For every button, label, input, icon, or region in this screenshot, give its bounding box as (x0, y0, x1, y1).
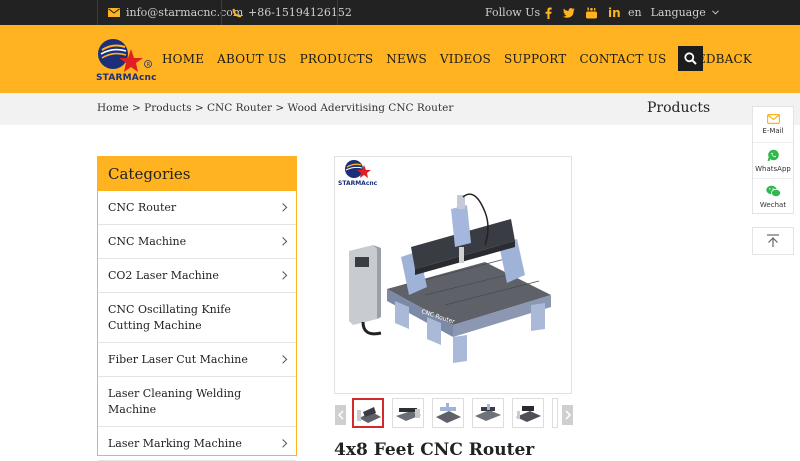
back-to-top-button[interactable] (752, 227, 794, 255)
breadcrumb-bar: Home > Products > CNC Router > Wood Ader… (0, 93, 800, 125)
main-nav: HOME ABOUT US PRODUCTS NEWS VIDEOS SUPPO… (162, 52, 765, 66)
chevron-right-icon (278, 202, 288, 212)
product-title: 4x8 Feet CNC Router (334, 440, 535, 460)
category-item-cnc-machine[interactable]: CNC Machine (98, 225, 296, 259)
twitter-icon[interactable] (563, 0, 575, 25)
breadcrumb-cnc-router[interactable]: CNC Router (207, 102, 272, 114)
category-item-fiber-laser[interactable]: Fiber Laser Cut Machine (98, 343, 296, 377)
thumbnail-4[interactable] (472, 398, 504, 428)
thumbnail-prev-button[interactable] (335, 405, 346, 425)
category-item-co2-laser[interactable]: CO2 Laser Machine (98, 259, 296, 293)
categories-heading: Categories (98, 157, 296, 191)
top-bar-divider (221, 0, 222, 25)
page-title: Products (647, 100, 711, 116)
product-main-image[interactable]: STARMAcnc CNC Router (334, 156, 572, 394)
logo-wordmark: STARMAcnc (96, 73, 157, 83)
phone-contact[interactable]: +86-15194126152 (232, 0, 352, 25)
category-label: Laser Marking Machine (108, 436, 242, 450)
float-whatsapp-button[interactable]: WhatsApp (753, 143, 793, 179)
breadcrumb-home[interactable]: Home (97, 102, 129, 114)
category-label: Fiber Laser Cut Machine (108, 352, 248, 366)
thumbnail-6-partial[interactable] (552, 398, 558, 428)
thumbnail-strip (334, 397, 574, 429)
search-icon (684, 52, 697, 65)
breadcrumb-separator: > (275, 102, 288, 114)
chevron-left-icon (337, 410, 344, 420)
breadcrumb-separator: > (132, 102, 145, 114)
facebook-icon[interactable] (545, 0, 552, 25)
linkedin-icon[interactable]: in (608, 0, 621, 25)
thumbnail-2[interactable] (392, 398, 424, 428)
chevron-down-icon (711, 10, 719, 15)
nav-videos[interactable]: VIDEOS (440, 52, 491, 66)
thumbnail-5[interactable] (512, 398, 544, 428)
chevron-right-icon (564, 410, 571, 420)
thumbnail-1[interactable] (352, 398, 384, 428)
category-item-laser-cleaning[interactable]: Laser Cleaning Welding Machine (98, 377, 296, 427)
category-label: CO2 Laser Machine (108, 268, 219, 282)
category-item-cnc-router[interactable]: CNC Router (98, 191, 296, 225)
arrow-up-icon (767, 234, 779, 247)
nav-support[interactable]: SUPPORT (504, 52, 567, 66)
chevron-right-icon (278, 236, 288, 246)
image-logo-text: STARMAcnc (338, 180, 378, 187)
whatsapp-icon (767, 149, 779, 161)
breadcrumb-products[interactable]: Products (144, 102, 191, 114)
float-email-button[interactable]: E-Mail (753, 107, 793, 143)
wechat-icon (765, 185, 781, 198)
category-item-oscillating-knife[interactable]: CNC Oscillating Knife Cutting Machine (98, 293, 296, 343)
lang-code: en (628, 6, 642, 19)
thumbnail-next-button[interactable] (562, 405, 573, 425)
float-wechat-button[interactable]: Wechat (753, 179, 793, 215)
nav-home[interactable]: HOME (162, 52, 204, 66)
search-button[interactable] (678, 46, 703, 71)
float-whatsapp-label: WhatsApp (755, 164, 791, 173)
top-bar-divider (337, 0, 338, 25)
categories-panel: Categories CNC Router CNC Machine CO2 La… (97, 156, 297, 461)
breadcrumb-separator: > (194, 102, 208, 114)
top-bar-divider (97, 0, 98, 25)
float-wechat-label: Wechat (759, 201, 787, 209)
category-label: Laser Cleaning Welding Machine (108, 386, 242, 416)
chevron-right-icon (278, 354, 288, 364)
category-label: CNC Router (108, 200, 177, 214)
nav-contact-us[interactable]: CONTACT US (580, 52, 667, 66)
site-header: R STARMAcnc HOME ABOUT US PRODUCTS NEWS … (0, 25, 800, 93)
chevron-right-icon (278, 438, 288, 448)
category-label: CNC Machine (108, 234, 187, 248)
breadcrumb: Home > Products > CNC Router > Wood Ader… (97, 102, 453, 114)
nav-about-us[interactable]: ABOUT US (217, 52, 286, 66)
thumbnail-3[interactable] (432, 398, 464, 428)
phone-icon (232, 8, 242, 17)
chevron-right-icon (278, 270, 288, 280)
nav-products[interactable]: PRODUCTS (300, 52, 374, 66)
youtube-icon[interactable] (586, 0, 597, 25)
category-item-laser-marking[interactable]: Laser Marking Machine (98, 427, 296, 461)
email-text[interactable]: info@starmacnc.com (126, 6, 243, 19)
envelope-icon (766, 114, 780, 124)
breadcrumb-current: Wood Adervitising CNC Router (287, 102, 454, 114)
cnc-router-illustration: STARMAcnc CNC Router (338, 160, 551, 363)
email-contact[interactable]: info@starmacnc.com (108, 0, 243, 25)
nav-news[interactable]: NEWS (386, 52, 427, 66)
language-selector[interactable]: en Language (628, 0, 719, 25)
svg-text:R: R (147, 62, 151, 68)
language-label: Language (650, 6, 706, 19)
envelope-icon (108, 8, 120, 17)
top-bar: info@starmacnc.com +86-15194126152 Follo… (0, 0, 800, 25)
category-label: CNC Oscillating Knife Cutting Machine (108, 302, 231, 332)
float-email-label: E-Mail (762, 127, 784, 135)
follow-us-text: Follow Us (485, 6, 541, 19)
floating-contact-panel: E-Mail WhatsApp Wechat (752, 106, 794, 214)
follow-us-label: Follow Us (485, 0, 540, 25)
